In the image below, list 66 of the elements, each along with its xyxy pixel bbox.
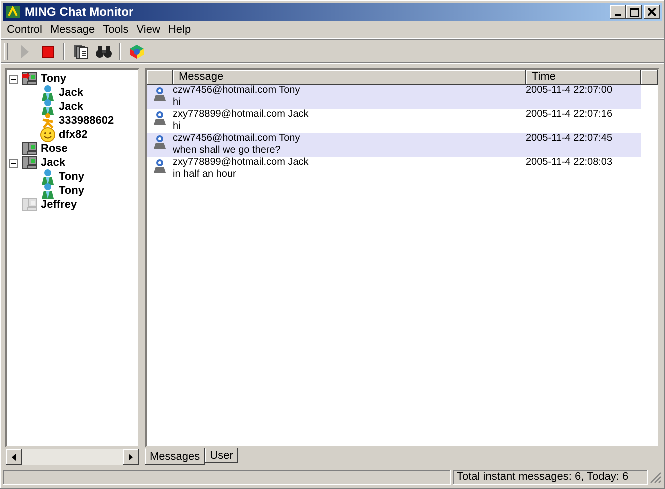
cube-icon (128, 44, 144, 60)
time-text: 2005-11-4 22:08:03 (526, 157, 613, 169)
tree-item[interactable]: Rose (40, 143, 69, 155)
menu-item[interactable]: Control (3, 24, 46, 36)
tree-item[interactable]: Jack (58, 87, 84, 99)
close-icon (648, 8, 656, 16)
person-icon (153, 111, 167, 125)
horizontal-scrollbar[interactable] (5, 448, 140, 466)
time-text: 2005-11-4 22:07:00 (526, 85, 613, 97)
person-icon (153, 87, 167, 101)
running-figure-icon (41, 113, 55, 129)
tree-item[interactable]: 333988602 (58, 115, 116, 127)
tree-item[interactable]: Tony (40, 73, 68, 85)
person-icon (41, 169, 55, 185)
message-text: when shall we go there? (173, 145, 281, 157)
tree-item[interactable]: Jack (58, 101, 84, 113)
window-title: MING Chat Monitor (25, 5, 135, 19)
sender-text: czw7456@hotmail.com Tony (173, 133, 300, 145)
person-icon (41, 183, 55, 199)
menu-item[interactable]: Help (164, 24, 196, 36)
message-text: hi (173, 97, 181, 109)
message-row[interactable]: czw7456@hotmail.com Tony when shall we go there? 2005-11-4 22:07:45 (147, 133, 641, 157)
menu-item[interactable]: Tools (99, 24, 133, 36)
time-text: 2005-11-4 22:07:45 (526, 133, 613, 145)
person-icon (41, 85, 55, 101)
app-icon (5, 4, 21, 20)
time-text: 2005-11-4 22:07:16 (526, 109, 613, 121)
resize-grip-icon[interactable] (650, 472, 662, 484)
expander-box[interactable] (9, 74, 20, 84)
column-header[interactable]: Time (526, 70, 641, 85)
sender-text: zxy778899@hotmail.com Jack (173, 109, 309, 121)
menu-item[interactable]: View (132, 24, 164, 36)
message-text: hi (173, 121, 181, 133)
sender-text: czw7456@hotmail.com Tony (173, 85, 300, 97)
tree-item[interactable]: Tony (58, 185, 86, 197)
message-row[interactable]: zxy778899@hotmail.com Jack hi 2005-11-4 22:07:16 (147, 109, 641, 133)
column-header[interactable]: Message (173, 70, 526, 85)
person-icon (153, 135, 167, 149)
play-icon (20, 44, 30, 58)
column-header[interactable] (641, 70, 658, 85)
message-row[interactable]: zxy778899@hotmail.com Jack in half an hour 2005-11-4 22:08:03 (147, 157, 641, 181)
sender-text: zxy778899@hotmail.com Jack (173, 157, 309, 169)
person-icon (153, 159, 167, 173)
message-text: in half an hour (173, 169, 236, 181)
maximize-icon (630, 8, 638, 16)
stop-icon (42, 46, 54, 58)
smiley-icon (40, 127, 56, 143)
tab[interactable]: Messages (145, 448, 206, 465)
left-arrow-icon (12, 454, 16, 460)
expander-box[interactable] (9, 158, 20, 168)
binoculars-icon (96, 44, 112, 58)
column-header[interactable] (147, 70, 173, 85)
status-text: Total instant messages: 6, Today: 6 (453, 470, 648, 485)
message-row[interactable]: czw7456@hotmail.com Tony hi 2005-11-4 22:07:00 (147, 85, 641, 109)
tree-item[interactable]: Tony (58, 171, 86, 183)
tree-item[interactable]: Jeffrey (40, 199, 78, 211)
close-button[interactable] (644, 5, 660, 19)
tab[interactable]: User (205, 448, 238, 463)
tree-item[interactable]: dfx82 (58, 129, 89, 141)
minimize-button[interactable] (610, 5, 626, 19)
maximize-button[interactable] (626, 5, 642, 19)
right-arrow-icon (129, 454, 133, 460)
tree-item[interactable]: Jack (40, 157, 66, 169)
person-icon (41, 99, 55, 115)
documents-icon (72, 44, 88, 60)
menu-item[interactable]: Message (46, 24, 100, 36)
